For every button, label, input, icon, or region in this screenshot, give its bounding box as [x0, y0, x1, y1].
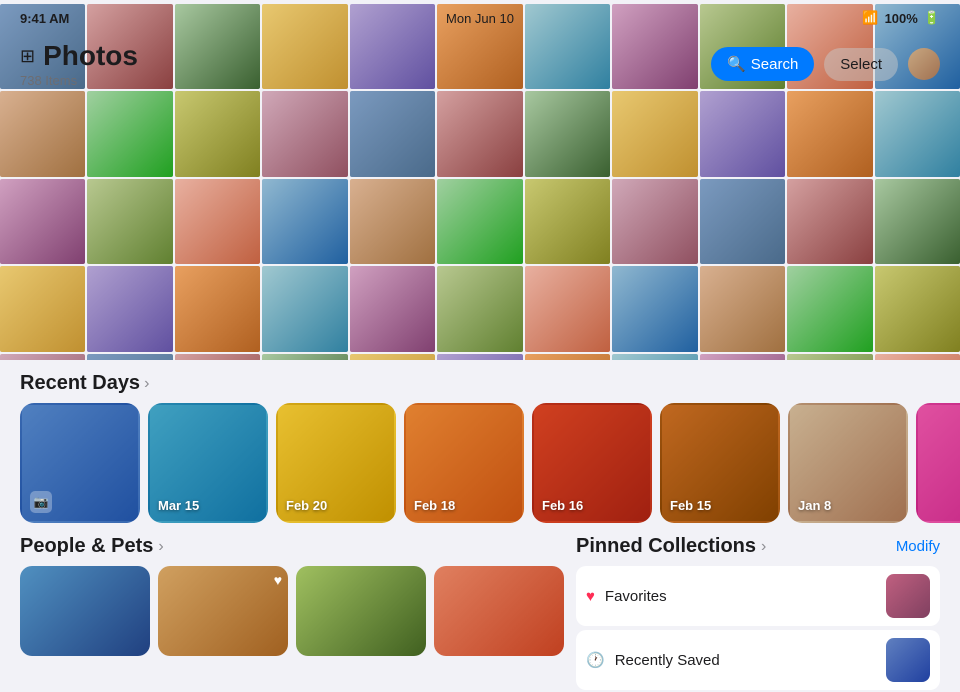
- header: ⊞ Photos 738 Items 🔍 Search Select: [0, 36, 960, 92]
- bottom-panel: Recent Days › 📷 Mar 15 Feb 20 Feb 18 Feb 16 F…: [0, 360, 960, 692]
- search-label: Search: [751, 56, 799, 73]
- bottom-split: People & Pets › ♥ Pinned Collections › M…: [0, 535, 960, 690]
- day-label: Mar 15: [158, 498, 199, 513]
- battery-icon: 🔋: [924, 10, 940, 26]
- day-label: Feb 18: [414, 498, 455, 513]
- photo-cell[interactable]: [612, 91, 697, 176]
- photo-cell[interactable]: [350, 179, 435, 264]
- people-row[interactable]: ♥: [20, 566, 564, 656]
- day-card[interactable]: 📷: [20, 403, 140, 523]
- photo-cell[interactable]: [525, 91, 610, 176]
- item-count: 738 Items: [20, 73, 138, 88]
- search-icon: 🔍: [727, 55, 746, 73]
- photo-cell[interactable]: [87, 179, 172, 264]
- heart-icon: ♥: [274, 572, 282, 588]
- photo-cell[interactable]: [612, 179, 697, 264]
- person-card[interactable]: ♥: [158, 566, 288, 656]
- pinned-item[interactable]: 🕐 Recently Saved: [576, 630, 940, 690]
- status-time: 9:41 AM: [20, 11, 69, 26]
- photo-cell[interactable]: [0, 91, 85, 176]
- header-left: ⊞ Photos 738 Items: [20, 40, 138, 88]
- pinned-item-thumbnail: [886, 574, 930, 618]
- photo-cell[interactable]: [875, 266, 960, 351]
- pinned-item-thumbnail: [886, 638, 930, 682]
- photo-cell[interactable]: [437, 91, 522, 176]
- people-header: People & Pets ›: [20, 535, 564, 558]
- status-date: Mon Jun 10: [446, 11, 514, 26]
- heart-icon: ♥: [586, 588, 595, 605]
- photo-cell[interactable]: [350, 91, 435, 176]
- day-card[interactable]: Jan 8: [788, 403, 908, 523]
- wifi-icon: 📶: [862, 10, 878, 26]
- photo-cell[interactable]: [787, 91, 872, 176]
- header-right: 🔍 Search Select: [711, 47, 940, 81]
- select-button[interactable]: Select: [824, 48, 898, 81]
- avatar[interactable]: [908, 48, 940, 80]
- photo-cell[interactable]: [787, 266, 872, 351]
- clock-icon: 🕐: [586, 651, 605, 669]
- day-label: Jan 8: [798, 498, 831, 513]
- status-right: 📶 100% 🔋: [862, 10, 940, 26]
- photo-cell[interactable]: [875, 91, 960, 176]
- modify-button[interactable]: Modify: [896, 538, 940, 555]
- pinned-item-label: Favorites: [605, 588, 876, 605]
- pinned-title: Pinned Collections: [576, 535, 756, 558]
- photo-cell[interactable]: [437, 266, 522, 351]
- page-title: Photos: [43, 40, 138, 72]
- people-chevron[interactable]: ›: [158, 538, 163, 556]
- photo-cell[interactable]: [175, 179, 260, 264]
- photo-cell[interactable]: [700, 179, 785, 264]
- photo-cell[interactable]: [437, 179, 522, 264]
- photo-cell[interactable]: [700, 91, 785, 176]
- status-bar: 9:41 AM Mon Jun 10 📶 100% 🔋: [0, 0, 960, 36]
- grid-icon[interactable]: ⊞: [20, 46, 35, 67]
- photo-cell[interactable]: [262, 91, 347, 176]
- day-label: Feb 15: [670, 498, 711, 513]
- search-button[interactable]: 🔍 Search: [711, 47, 814, 81]
- photo-cell[interactable]: [700, 266, 785, 351]
- recent-days-chevron[interactable]: ›: [144, 375, 149, 393]
- pinned-item-label: Recently Saved: [615, 652, 876, 669]
- pinned-header: Pinned Collections › Modify: [576, 535, 940, 558]
- photo-cell[interactable]: [875, 179, 960, 264]
- day-label: Feb 20: [286, 498, 327, 513]
- pinned-list: ♥ Favorites 🕐 Recently Saved: [576, 566, 940, 690]
- recent-days-header: Recent Days ›: [0, 360, 960, 403]
- photo-cell[interactable]: [0, 266, 85, 351]
- day-card[interactable]: Feb 20: [276, 403, 396, 523]
- day-card[interactable]: Feb 15: [660, 403, 780, 523]
- photo-cell[interactable]: [262, 179, 347, 264]
- day-card[interactable]: Mar 15: [148, 403, 268, 523]
- photo-cell[interactable]: [0, 179, 85, 264]
- day-card[interactable]: [916, 403, 960, 523]
- photo-cell[interactable]: [612, 266, 697, 351]
- photo-cell[interactable]: [175, 91, 260, 176]
- photo-cell[interactable]: [262, 266, 347, 351]
- recent-days-scroll[interactable]: 📷 Mar 15 Feb 20 Feb 18 Feb 16 Feb 15 Jan 8: [0, 403, 960, 535]
- day-label: Feb 16: [542, 498, 583, 513]
- photo-cell[interactable]: [525, 179, 610, 264]
- calendar-icon: 📷: [30, 491, 52, 513]
- select-label: Select: [840, 56, 882, 73]
- people-title: People & Pets: [20, 535, 153, 558]
- pinned-item[interactable]: ♥ Favorites: [576, 566, 940, 626]
- pinned-section: Pinned Collections › Modify ♥ Favorites 🕐 R…: [576, 535, 940, 690]
- photo-cell[interactable]: [175, 266, 260, 351]
- person-card[interactable]: [296, 566, 426, 656]
- photo-cell[interactable]: [787, 179, 872, 264]
- person-card[interactable]: [20, 566, 150, 656]
- person-card[interactable]: [434, 566, 564, 656]
- photo-cell[interactable]: [87, 266, 172, 351]
- battery-text: 100%: [885, 11, 918, 26]
- day-card[interactable]: Feb 16: [532, 403, 652, 523]
- photo-cell[interactable]: [350, 266, 435, 351]
- pinned-chevron[interactable]: ›: [761, 538, 766, 556]
- day-card[interactable]: Feb 18: [404, 403, 524, 523]
- photo-cell[interactable]: [525, 266, 610, 351]
- photo-cell[interactable]: [87, 91, 172, 176]
- recent-days-title: Recent Days: [20, 372, 140, 395]
- people-section: People & Pets › ♥: [20, 535, 564, 690]
